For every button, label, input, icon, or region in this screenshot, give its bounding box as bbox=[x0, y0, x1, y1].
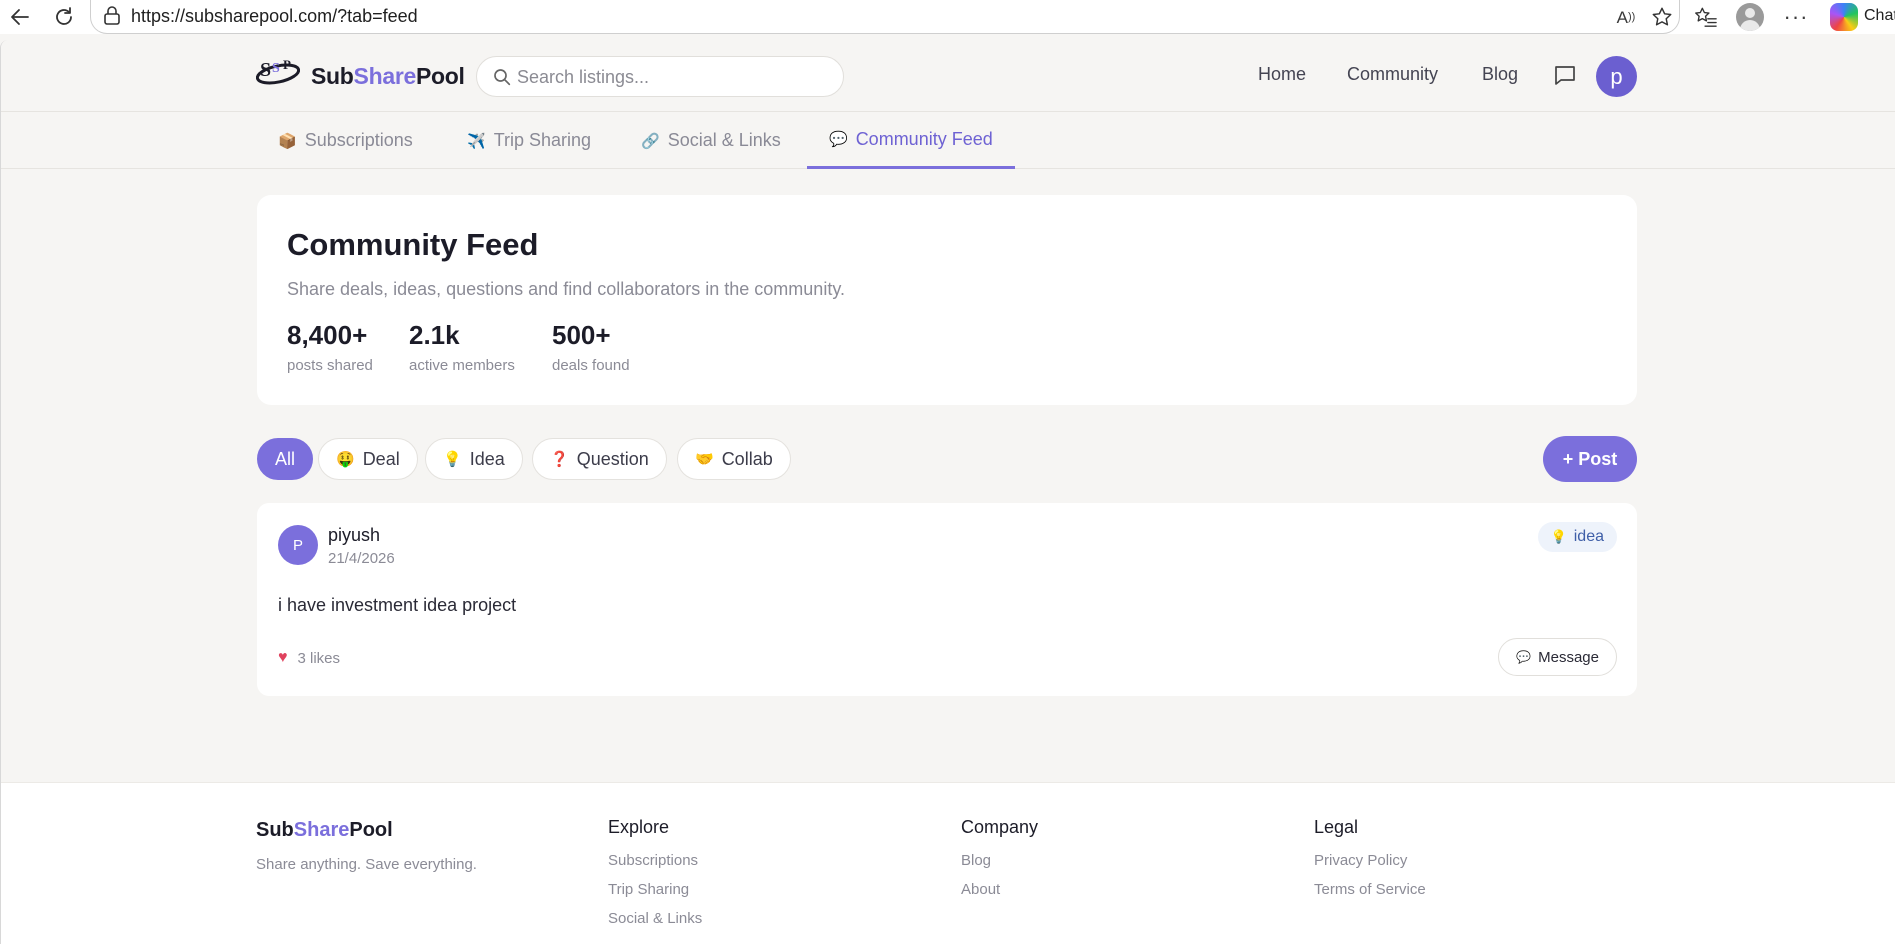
stat-deals: 500+ deals found bbox=[552, 320, 630, 374]
money-face-icon: 🤑 bbox=[336, 451, 355, 468]
question-mark-icon: ❓ bbox=[550, 451, 569, 468]
message-button[interactable]: 💬 Message bbox=[1498, 638, 1617, 676]
svg-text:P: P bbox=[283, 57, 291, 72]
page-title: Community Feed bbox=[287, 227, 539, 262]
footer-company: Company Blog About bbox=[961, 817, 1039, 898]
refresh-icon[interactable] bbox=[50, 3, 78, 31]
nav-community[interactable]: Community bbox=[1347, 64, 1438, 85]
feed-hero-card: Community Feed Share deals, ideas, quest… bbox=[257, 195, 1637, 405]
search-icon bbox=[494, 69, 511, 86]
footer-explore: Explore Subscriptions Trip Sharing Socia… bbox=[608, 817, 703, 927]
back-arrow-icon[interactable] bbox=[6, 3, 34, 31]
copilot-icon[interactable] bbox=[1830, 3, 1858, 31]
logo-icon[interactable]: S S P bbox=[255, 54, 301, 88]
stat-posts: 8,400+ posts shared bbox=[287, 320, 373, 374]
footer-link-trip-sharing[interactable]: Trip Sharing bbox=[608, 881, 702, 898]
footer-link-subscriptions[interactable]: Subscriptions bbox=[608, 852, 702, 869]
category-tabs: 📦 Subscriptions ✈️ Trip Sharing 🔗 Social & … bbox=[1, 112, 1895, 169]
profile-icon[interactable] bbox=[1736, 3, 1764, 31]
brand-name[interactable]: SubSharePool bbox=[311, 63, 465, 90]
post-date: 21/4/2026 bbox=[328, 550, 395, 567]
footer-link-blog[interactable]: Blog bbox=[961, 852, 1038, 869]
post-author-avatar[interactable]: P bbox=[278, 525, 318, 565]
speech-bubble-icon: 💬 bbox=[829, 131, 848, 148]
tab-social-links[interactable]: 🔗 Social & Links bbox=[619, 112, 803, 169]
likes-count: 3 likes bbox=[297, 649, 341, 667]
post-body: i have investment idea project bbox=[278, 595, 517, 615]
page-subtitle: Share deals, ideas, questions and find c… bbox=[287, 279, 845, 299]
filter-collab[interactable]: 🤝 Collab bbox=[677, 438, 791, 480]
lock-icon[interactable] bbox=[103, 6, 121, 26]
lightbulb-icon: 💡 bbox=[443, 451, 462, 468]
svg-text:S: S bbox=[260, 59, 271, 81]
read-aloud-icon[interactable]: A)) bbox=[1612, 3, 1640, 31]
favorite-star-icon[interactable] bbox=[1648, 3, 1676, 31]
new-post-button[interactable]: + Post bbox=[1543, 436, 1637, 482]
search-input[interactable] bbox=[517, 65, 827, 89]
page-viewport: S S P SubSharePool Home Community Blog p… bbox=[0, 40, 1895, 944]
chat-bubble-icon[interactable] bbox=[1553, 64, 1577, 86]
tab-subscriptions[interactable]: 📦 Subscriptions bbox=[256, 112, 435, 169]
filter-deal[interactable]: 🤑 Deal bbox=[318, 438, 418, 480]
more-icon[interactable]: ··· bbox=[1782, 3, 1810, 31]
tab-trip-sharing[interactable]: ✈️ Trip Sharing bbox=[445, 112, 613, 169]
filter-all[interactable]: All bbox=[257, 438, 314, 480]
package-icon: 📦 bbox=[278, 132, 297, 150]
browser-toolbar: https://subsharepool.com/?tab=feed A)) ·… bbox=[0, 0, 1895, 34]
post-category-badge: 💡 idea bbox=[1537, 522, 1617, 552]
footer-link-social-links[interactable]: Social & Links bbox=[608, 910, 702, 927]
handshake-icon: 🤝 bbox=[695, 451, 714, 468]
lightbulb-icon: 💡 bbox=[1550, 529, 1567, 544]
site-footer: SubSharePool Share anything. Save everyt… bbox=[1, 782, 1895, 944]
stat-members: 2.1k active members bbox=[409, 320, 515, 374]
heart-icon: ♥ bbox=[278, 649, 288, 666]
speech-bubble-icon: 💬 bbox=[1516, 650, 1532, 664]
footer-link-about[interactable]: About bbox=[961, 881, 1038, 898]
nav-home[interactable]: Home bbox=[1258, 64, 1306, 85]
site-header: S S P SubSharePool Home Community Blog p bbox=[1, 40, 1895, 112]
footer-link-terms[interactable]: Terms of Service bbox=[1314, 881, 1426, 898]
footer-tagline: Share anything. Save everything. bbox=[256, 856, 477, 873]
search-box bbox=[476, 56, 844, 97]
filter-question[interactable]: ❓ Question bbox=[532, 438, 667, 480]
nav-blog[interactable]: Blog bbox=[1482, 64, 1518, 85]
tab-community-feed[interactable]: 💬 Community Feed bbox=[807, 112, 1015, 169]
footer-link-privacy[interactable]: Privacy Policy bbox=[1314, 852, 1426, 869]
post-card: P piyush 21/4/2026 💡 idea i have investme… bbox=[257, 503, 1637, 696]
like-button[interactable]: ♥ 3 likes bbox=[278, 649, 340, 667]
svg-text:S: S bbox=[272, 61, 280, 76]
favorites-list-icon[interactable] bbox=[1692, 3, 1720, 31]
filter-idea[interactable]: 💡 Idea bbox=[425, 438, 523, 480]
address-bar[interactable]: https://subsharepool.com/?tab=feed bbox=[90, 0, 1680, 34]
copilot-chat-label[interactable]: Chat bbox=[1864, 7, 1895, 25]
post-author-name[interactable]: piyush bbox=[328, 525, 380, 546]
link-icon: 🔗 bbox=[641, 132, 660, 150]
footer-brand: SubSharePool bbox=[256, 819, 393, 841]
airplane-icon: ✈️ bbox=[467, 132, 486, 150]
address-url: https://subsharepool.com/?tab=feed bbox=[131, 6, 418, 26]
footer-legal: Legal Privacy Policy Terms of Service bbox=[1314, 817, 1426, 898]
user-avatar[interactable]: p bbox=[1596, 56, 1637, 97]
